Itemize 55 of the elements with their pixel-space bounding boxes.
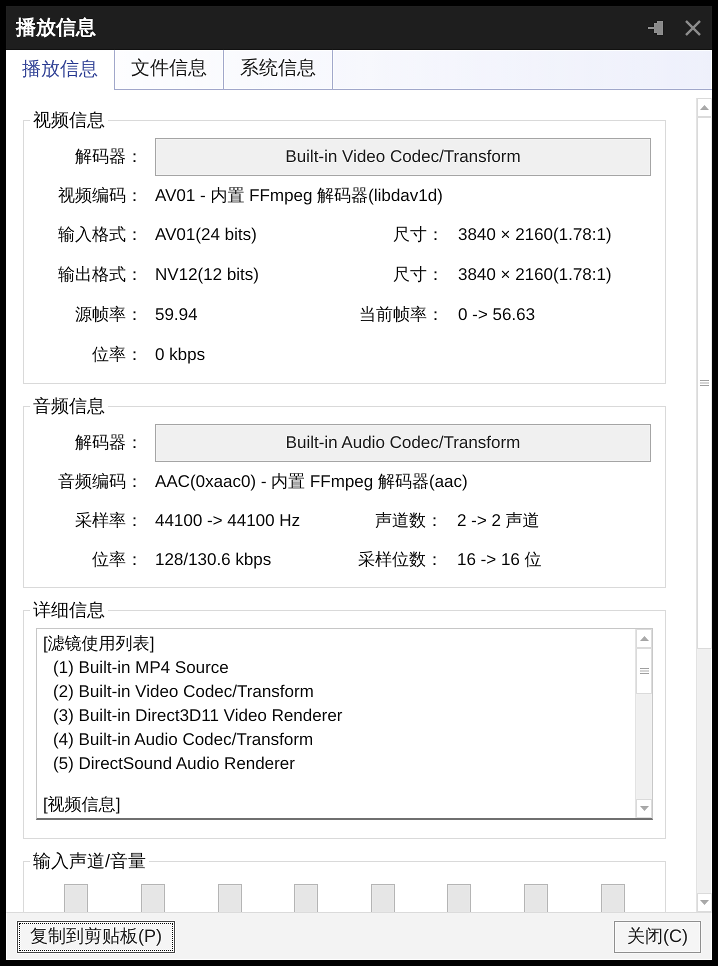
field-value: 128/130.6 kbps — [154, 548, 272, 571]
field-value: AV01(24 bits) — [154, 224, 258, 246]
field-value: 0 kbps — [154, 344, 206, 366]
field-label: 音频编码： — [57, 470, 143, 493]
field-value: AAC(0xaac0) - 内置 FFmpeg 解码器(aac) — [154, 470, 468, 493]
decoder-button[interactable]: Built-in Video Codec/Transform — [155, 138, 651, 176]
up-arrow-icon[interactable] — [640, 636, 648, 641]
down-arrow-icon[interactable] — [700, 900, 709, 905]
close-icon[interactable] — [684, 19, 702, 37]
tab[interactable]: 播放信息 — [6, 50, 115, 90]
field-value: NV12(12 bits) — [154, 264, 260, 286]
list-item: (2) Built-in Video Codec/Transform — [52, 681, 315, 703]
list-item: (5) DirectSound Audio Renderer — [52, 753, 296, 775]
list-item: (1) Built-in MP4 Source — [52, 657, 230, 679]
field-label: 尺寸： — [392, 224, 444, 246]
group-title: 视频信息 — [30, 108, 108, 132]
grip-icon — [700, 380, 709, 386]
field-label: 采样率： — [74, 510, 143, 532]
tab[interactable]: 系统信息 — [224, 50, 333, 89]
field-label: 尺寸： — [392, 264, 444, 286]
field-label: 解码器： — [74, 146, 143, 168]
field-label: 输出格式： — [57, 264, 143, 286]
list-heading: [视频信息] — [43, 794, 122, 816]
list-heading: [滤镜使用列表] — [43, 633, 156, 655]
field-value: AV01 - 内置 FFmpeg 解码器(libdav1d) — [154, 184, 443, 207]
field-label: 位率： — [91, 548, 143, 571]
field-value: 44100 -> 44100 Hz — [154, 510, 302, 532]
field-label: 采样位数： — [357, 548, 443, 571]
field-value: 3840 × 2160(1.78:1) — [457, 224, 612, 246]
field-label: 位率： — [91, 344, 143, 366]
scrollbar[interactable] — [635, 629, 652, 818]
field-label: 输入格式： — [57, 224, 143, 246]
dialog-button[interactable]: 关闭(C) — [614, 920, 701, 952]
group-title: 音频信息 — [30, 394, 108, 418]
field-value: 2 -> 2 声道 — [456, 510, 540, 532]
field-label: 声道数： — [374, 510, 443, 532]
field-label: 视频编码： — [57, 184, 143, 207]
up-arrow-icon[interactable] — [700, 105, 709, 110]
field-label: 解码器： — [74, 432, 143, 454]
down-arrow-icon[interactable] — [640, 806, 648, 811]
window-title: 播放信息 — [16, 16, 96, 41]
field-label: 源帧率： — [74, 304, 143, 326]
list-item: (3) Built-in Direct3D11 Video Renderer — [52, 705, 344, 727]
scrollbar[interactable] — [696, 98, 712, 912]
dialog-button[interactable]: 复制到剪贴板(P) — [17, 920, 175, 952]
field-value: 59.94 — [154, 304, 199, 326]
group-title: 输入声道/音量 — [30, 849, 150, 873]
tab[interactable]: 文件信息 — [115, 50, 224, 89]
list-item: (4) Built-in Audio Codec/Transform — [52, 729, 314, 751]
decoder-button[interactable]: Built-in Audio Codec/Transform — [155, 424, 651, 462]
grip-icon — [640, 668, 648, 674]
field-value: 16 -> 16 位 — [456, 548, 542, 571]
field-label: 当前帧率： — [358, 304, 444, 326]
field-value: 3840 × 2160(1.78:1) — [457, 264, 612, 286]
field-value: 0 -> 56.63 — [457, 304, 536, 326]
